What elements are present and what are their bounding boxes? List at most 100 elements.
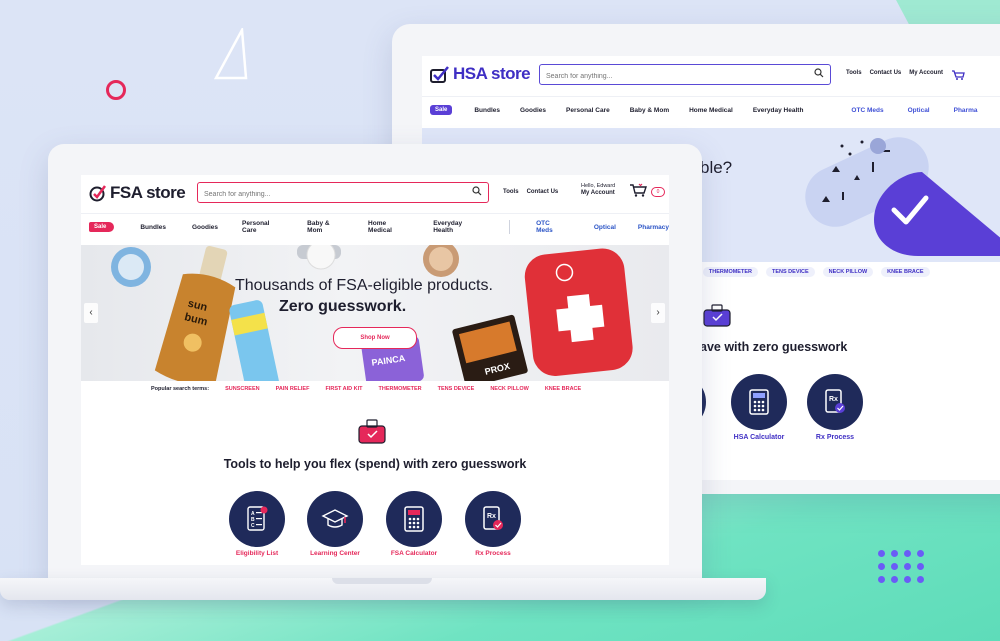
fsa-nav-goodies[interactable]: Goodies bbox=[192, 224, 218, 231]
fsa-search-input[interactable] bbox=[198, 186, 450, 203]
cart-icon[interactable] bbox=[629, 183, 647, 197]
hsa-nav-baby-mom[interactable]: Baby & Mom bbox=[630, 107, 669, 114]
fsa-tools-title: Tools to help you flex (spend) with zero… bbox=[223, 457, 527, 471]
hsa-nav-goodies[interactable]: Goodies bbox=[520, 107, 546, 114]
svg-text:Rx: Rx bbox=[487, 513, 496, 520]
fsa-nav-home-medical[interactable]: Home Medical bbox=[368, 220, 411, 234]
fsa-laptop-base bbox=[0, 578, 766, 600]
term-sunscreen[interactable]: SUNSCREEN bbox=[225, 386, 260, 392]
fsa-account-menu[interactable]: Hello, Edward My Account bbox=[581, 183, 615, 197]
fsa-popular-terms: Popular search terms: SUNSCREEN PAIN REL… bbox=[81, 381, 669, 397]
check-logo-icon bbox=[89, 185, 107, 202]
decor-triangle-icon bbox=[213, 28, 248, 80]
popular-terms-label: Popular search terms: bbox=[151, 386, 210, 392]
hsa-sale-tag[interactable]: Sale bbox=[430, 105, 453, 115]
fsa-logo[interactable]: FSA store bbox=[89, 183, 186, 203]
hsa-nav-personal-care[interactable]: Personal Care bbox=[566, 107, 610, 114]
hero-headline: Thousands of FSA-eligible products. bbox=[235, 277, 493, 294]
hsa-nav-optical[interactable]: Optical bbox=[908, 107, 930, 114]
calculator-icon bbox=[386, 491, 442, 547]
hero-subheadline: Zero guesswork. bbox=[279, 298, 407, 315]
svg-text:Rx: Rx bbox=[829, 396, 838, 403]
graduation-cap-icon bbox=[307, 491, 363, 547]
toolbox-icon bbox=[703, 304, 731, 327]
cart-count-badge: 0 bbox=[651, 187, 665, 197]
hsa-account-link[interactable]: My Account bbox=[909, 70, 943, 80]
fsa-category-nav: Sale Bundles Goodies Personal Care Baby … bbox=[81, 213, 669, 240]
hsa-calculator-tool[interactable]: HSA Calculator bbox=[724, 374, 794, 441]
hsa-nav-bundles[interactable]: Bundles bbox=[474, 107, 500, 114]
fsa-calculator-label: FSA Calculator bbox=[390, 550, 438, 557]
eligibility-list-label: Eligibility List bbox=[235, 550, 279, 557]
fsa-store-screen: FSA store Tools Contact Us Hello, Edward… bbox=[81, 175, 669, 565]
fsa-contact-link[interactable]: Contact Us bbox=[527, 189, 559, 195]
decor-circle-icon bbox=[106, 80, 126, 100]
next-arrow-icon[interactable]: › bbox=[651, 303, 665, 323]
fsa-top-links: Tools Contact Us bbox=[503, 189, 558, 195]
rx-process-tool[interactable]: Rx Rx Process bbox=[453, 491, 533, 557]
term-first-aid-kit[interactable]: FIRST AID KIT bbox=[325, 386, 362, 392]
hsa-term[interactable]: TENS DEVICE bbox=[765, 267, 815, 277]
nav-divider bbox=[509, 220, 511, 234]
hsa-nav-home-medical[interactable]: Home Medical bbox=[689, 107, 733, 114]
search-icon[interactable] bbox=[472, 186, 482, 196]
hsa-top-links: Tools Contact Us My Account bbox=[846, 70, 965, 80]
laptop-notch bbox=[332, 578, 432, 584]
hsa-logo[interactable]: HSA store bbox=[430, 64, 531, 84]
hsa-category-nav: Sale Bundles Goodies Personal Care Baby … bbox=[422, 96, 1000, 123]
fsa-nav-baby-mom[interactable]: Baby & Mom bbox=[307, 220, 346, 234]
learning-center-label: Learning Center bbox=[310, 550, 360, 557]
hsa-term[interactable]: THERMOMETER bbox=[702, 267, 758, 277]
checklist-icon: ABC bbox=[229, 491, 285, 547]
prescription-icon: Rx bbox=[465, 491, 521, 547]
learning-center-tool[interactable]: Learning Center bbox=[295, 491, 375, 557]
term-pain-relief[interactable]: PAIN RELIEF bbox=[276, 386, 310, 392]
prescription-icon: Rx bbox=[807, 374, 863, 430]
hsa-term[interactable]: NECK PILLOW bbox=[822, 267, 874, 277]
fsa-hero-banner: sun bum PAINCA PROX Thousands of FSA-eli… bbox=[81, 245, 669, 381]
fsa-nav-otc-meds[interactable]: OTC Meds bbox=[536, 220, 568, 234]
hsa-calculator-label: HSA Calculator bbox=[733, 434, 785, 441]
hsa-rx-tool[interactable]: Rx Rx Process bbox=[800, 374, 870, 441]
fsa-tools-link[interactable]: Tools bbox=[503, 189, 519, 195]
hsa-tools-link[interactable]: Tools bbox=[846, 70, 862, 80]
hsa-header: HSA store Tools Contact Us My Account bbox=[422, 56, 1000, 96]
hsa-nav-everyday-health[interactable]: Everyday Health bbox=[753, 107, 804, 114]
fsa-calculator-tool[interactable]: FSA Calculator bbox=[374, 491, 454, 557]
term-thermometer[interactable]: THERMOMETER bbox=[379, 386, 422, 392]
hsa-nav-otc-meds[interactable]: OTC Meds bbox=[851, 107, 883, 114]
checkbox-logo-icon bbox=[430, 66, 449, 83]
term-knee-brace[interactable]: KNEE BRACE bbox=[545, 386, 581, 392]
hsa-search-box bbox=[539, 64, 831, 85]
hsa-logo-text: HSA store bbox=[453, 64, 531, 83]
fsa-search-box bbox=[197, 182, 489, 203]
fsa-logo-text: FSA store bbox=[110, 183, 186, 202]
hsa-term[interactable]: KNEE BRACE bbox=[881, 267, 930, 277]
cart-icon[interactable] bbox=[951, 70, 965, 80]
fsa-sale-tag[interactable]: Sale bbox=[89, 222, 115, 232]
hsa-hero-illustration bbox=[805, 137, 1000, 256]
hsa-rx-label: Rx Process bbox=[815, 434, 855, 441]
term-tens-device[interactable]: TENS DEVICE bbox=[438, 386, 475, 392]
fsa-nav-optical[interactable]: Optical bbox=[594, 224, 616, 231]
calculator-icon bbox=[731, 374, 787, 430]
fsa-nav-bundles[interactable]: Bundles bbox=[140, 224, 166, 231]
hsa-search-input[interactable] bbox=[540, 68, 792, 85]
shop-now-button[interactable]: Shop Now bbox=[333, 327, 417, 349]
term-neck-pillow[interactable]: NECK PILLOW bbox=[490, 386, 529, 392]
search-icon[interactable] bbox=[814, 68, 824, 78]
fsa-header: FSA store Tools Contact Us Hello, Edward… bbox=[81, 175, 669, 211]
fsa-greeting: Hello, Edward bbox=[581, 183, 616, 189]
fsa-tools-section: Tools to help you flex (spend) with zero… bbox=[81, 397, 669, 565]
hsa-nav-pharmacy[interactable]: Pharma bbox=[954, 107, 978, 114]
decor-dot-grid bbox=[878, 550, 924, 583]
fsa-nav-pharmacy[interactable]: Pharmacy bbox=[638, 224, 669, 231]
fsa-account-link: My Account bbox=[581, 190, 615, 196]
eligibility-list-tool[interactable]: ABC Eligibility List bbox=[217, 491, 297, 557]
fsa-nav-personal-care[interactable]: Personal Care bbox=[242, 220, 285, 234]
hsa-hero-text: ble? bbox=[700, 158, 733, 177]
prev-arrow-icon[interactable]: ‹ bbox=[84, 303, 98, 323]
toolbox-icon bbox=[358, 419, 386, 444]
hsa-contact-link[interactable]: Contact Us bbox=[870, 70, 902, 80]
fsa-nav-everyday-health[interactable]: Everyday Health bbox=[433, 220, 483, 234]
